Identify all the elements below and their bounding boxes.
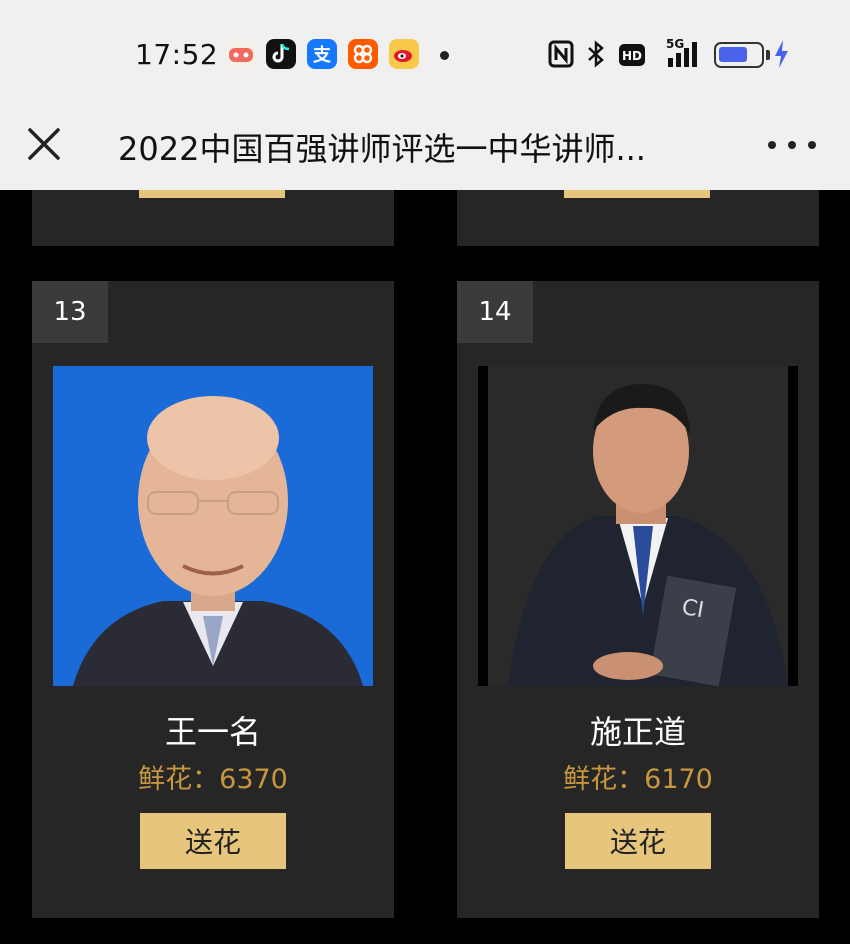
more-notifications-dot — [440, 51, 449, 60]
send-flower-button-partial[interactable] — [139, 190, 285, 198]
weibo-icon — [389, 39, 419, 69]
flower-count: 鲜花：6170 — [563, 764, 713, 795]
more-dot-icon — [808, 141, 816, 149]
previous-card-left — [32, 190, 394, 246]
nfc-icon — [548, 40, 574, 73]
more-options-button[interactable] — [768, 130, 816, 160]
rank-badge: 13 — [32, 281, 108, 343]
douyin-icon — [266, 39, 296, 69]
browser-title-bar: 2022中国百强讲师评选一中华讲师... — [0, 104, 850, 190]
clock: 17:52 — [135, 38, 219, 71]
svg-text:CI: CI — [680, 595, 706, 623]
taobao-icon — [348, 39, 378, 69]
more-dot-icon — [768, 141, 776, 149]
send-flower-button[interactable]: 送花 — [565, 813, 711, 869]
lecturer-card: 13 王一名 鲜花：6370 送花 — [32, 281, 394, 918]
battery-level — [719, 47, 747, 62]
svg-text:HD: HD — [622, 49, 642, 63]
send-flower-button-partial[interactable] — [564, 190, 710, 198]
previous-card-right — [457, 190, 819, 246]
alipay-icon: 支 — [307, 39, 337, 69]
lecturer-name: 王一名 — [164, 713, 261, 751]
signal-5g-icon: 5G — [654, 36, 704, 75]
lecturer-photo[interactable] — [53, 366, 373, 686]
lecturer-name: 施正道 — [589, 713, 686, 751]
close-button[interactable] — [22, 122, 66, 166]
send-flower-button[interactable]: 送花 — [140, 813, 286, 869]
page-title: 2022中国百强讲师评选一中华讲师... — [118, 130, 646, 168]
status-bar: 17:52 支 HD 5G — [0, 0, 850, 104]
rank-badge: 14 — [457, 281, 533, 343]
hd-icon: HD — [618, 43, 646, 72]
flower-count: 鲜花：6370 — [138, 764, 288, 795]
game-app-icon — [226, 39, 256, 69]
charging-icon — [772, 38, 790, 74]
battery-icon — [714, 42, 764, 68]
bluetooth-icon — [585, 40, 607, 73]
close-icon — [28, 128, 60, 160]
network-type-label: 5G — [666, 37, 684, 51]
battery-cap — [766, 50, 770, 60]
more-dot-icon — [788, 141, 796, 149]
lecturer-photo[interactable]: CI — [478, 366, 798, 686]
lecturer-card: 14 CI 施正道 鲜花：6170 送花 — [457, 281, 819, 918]
